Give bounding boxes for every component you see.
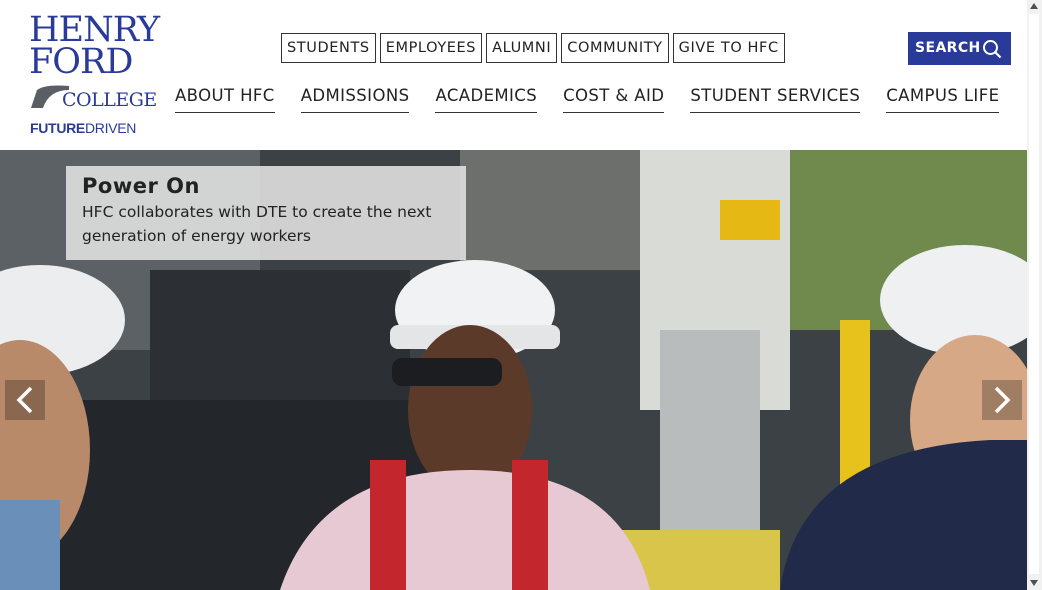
search-icon <box>983 40 1002 59</box>
nav-campus-life[interactable]: CAMPUS LIFE <box>886 86 1000 113</box>
search-button[interactable]: SEARCH <box>908 32 1011 65</box>
page-scrollbar[interactable] <box>1027 0 1042 590</box>
utility-link-students[interactable]: STUDENTS <box>281 33 376 63</box>
carousel-next-button[interactable] <box>982 380 1022 420</box>
nav-student-services[interactable]: STUDENT SERVICES <box>690 86 861 113</box>
scroll-thumb[interactable] <box>1029 14 1039 574</box>
logo-line-ford: FORD <box>29 42 133 82</box>
hero-text: HFC collaborates with DTE to create the … <box>82 203 432 245</box>
logo-tagline: FUTUREDRIVEN <box>30 120 136 136</box>
utility-link-give[interactable]: GIVE TO HFC <box>672 33 785 63</box>
logo-line-college: COLLEGE <box>62 89 157 111</box>
search-label: SEARCH <box>915 40 981 56</box>
hero-caption[interactable]: Power On HFC collaborates with DTE to cr… <box>66 166 466 260</box>
chevron-left-icon <box>16 386 33 414</box>
utility-link-alumni[interactable]: ALUMNI <box>486 33 558 63</box>
carousel-prev-button[interactable] <box>5 380 45 420</box>
utility-link-community[interactable]: COMMUNITY <box>561 33 669 63</box>
main-nav: ABOUT HFC ADMISSIONS ACADEMICS COST & AI… <box>175 86 1025 113</box>
tagline-future: FUTURE <box>30 120 85 136</box>
nav-about[interactable]: ABOUT HFC <box>175 86 275 113</box>
hfc-logo[interactable]: HENRY FORD COLLEGE FUTUREDRIVEN <box>29 13 160 138</box>
scroll-down-icon[interactable] <box>1030 580 1038 586</box>
utility-nav: STUDENTS EMPLOYEES ALUMNI COMMUNITY GIVE… <box>281 33 785 63</box>
scroll-up-icon[interactable] <box>1030 3 1038 9</box>
tagline-driven: DRIVEN <box>84 120 137 136</box>
nav-admissions[interactable]: ADMISSIONS <box>300 86 410 113</box>
utility-link-employees[interactable]: EMPLOYEES <box>379 33 483 63</box>
chevron-right-icon <box>994 386 1011 414</box>
hero-title: Power On <box>82 174 200 198</box>
hero-carousel: Power On HFC collaborates with DTE to cr… <box>0 150 1027 590</box>
nav-academics[interactable]: ACADEMICS <box>435 86 538 113</box>
nav-cost-aid[interactable]: COST & AID <box>563 86 665 113</box>
site-header: HENRY FORD COLLEGE FUTUREDRIVEN STUDENTS… <box>0 0 1027 150</box>
